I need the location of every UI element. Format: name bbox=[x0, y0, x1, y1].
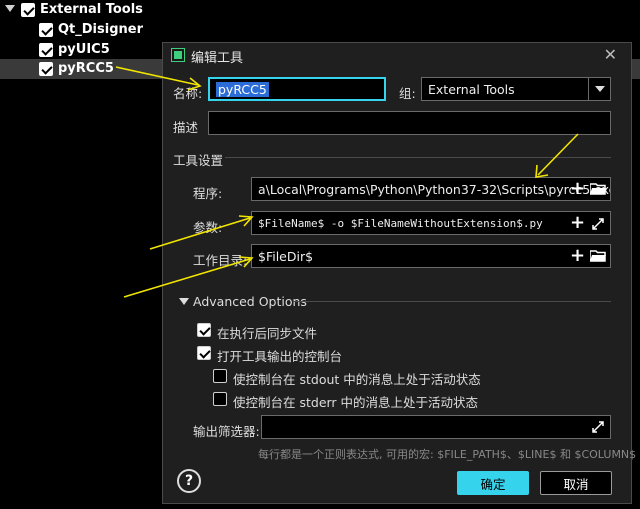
program-label: 程序: bbox=[193, 186, 223, 201]
name-input[interactable]: pyRCC5 bbox=[208, 77, 386, 101]
edit-tool-dialog: 编辑工具 ✕ 名称: pyRCC5 组: External Tools 描述 工… bbox=[162, 42, 636, 504]
working-dir-value: $FileDir$ bbox=[258, 248, 314, 264]
section-divider bbox=[293, 301, 611, 302]
expand-triangle-icon[interactable] bbox=[5, 5, 15, 12]
description-label: 描述 bbox=[173, 120, 199, 135]
program-value: a\Local\Programs\Python\Python37-32\Scri… bbox=[258, 181, 611, 197]
pycharm-app-icon bbox=[171, 48, 185, 62]
folder-icon[interactable] bbox=[590, 183, 606, 195]
expand-icon[interactable] bbox=[592, 218, 604, 230]
folder-icon[interactable] bbox=[590, 250, 606, 262]
add-macro-icon[interactable]: + bbox=[570, 180, 585, 198]
advanced-options-toggle[interactable]: Advanced Options bbox=[193, 294, 307, 309]
tree-checkbox-pyrcc5[interactable] bbox=[39, 62, 53, 76]
stdout-active-checkbox[interactable] bbox=[213, 369, 227, 383]
group-combo[interactable]: External Tools bbox=[421, 77, 611, 101]
tree-checkbox-pyuic5[interactable] bbox=[39, 43, 53, 57]
arguments-value: $FileName$ -o $FileNameWithoutExtension$… bbox=[258, 216, 543, 230]
ok-button[interactable]: 确定 bbox=[457, 471, 529, 495]
group-value: External Tools bbox=[428, 81, 515, 97]
description-input[interactable] bbox=[208, 111, 611, 135]
cancel-button[interactable]: 取消 bbox=[540, 471, 612, 495]
expand-icon[interactable] bbox=[592, 421, 604, 433]
open-console-checkbox[interactable] bbox=[197, 346, 211, 360]
tree-row-qt-designer[interactable]: Qt_Disigner bbox=[0, 20, 640, 40]
tree-checkbox-qt-designer[interactable] bbox=[39, 23, 53, 37]
add-macro-icon[interactable]: + bbox=[570, 214, 585, 232]
add-macro-icon[interactable]: + bbox=[570, 247, 585, 265]
chevron-down-icon[interactable] bbox=[588, 78, 610, 100]
tree-label: Qt_Disigner bbox=[58, 22, 143, 37]
working-dir-label: 工作目录: bbox=[193, 253, 248, 268]
arguments-input[interactable]: $FileName$ -o $FileNameWithoutExtension$… bbox=[251, 211, 611, 235]
stdout-active-label: 使控制台在 stdout 中的消息上处于活动状态 bbox=[233, 372, 481, 387]
arguments-label: 参数: bbox=[193, 220, 223, 235]
name-label: 名称: bbox=[173, 86, 203, 101]
group-label: 组: bbox=[399, 86, 416, 101]
section-divider bbox=[225, 157, 611, 158]
tree-checkbox-external-tools[interactable] bbox=[21, 3, 35, 17]
open-console-label: 打开工具输出的控制台 bbox=[217, 349, 343, 364]
help-icon[interactable]: ? bbox=[177, 469, 201, 493]
tree-label: pyRCC5 bbox=[58, 61, 114, 76]
output-filter-input[interactable] bbox=[261, 415, 611, 439]
close-icon[interactable]: ✕ bbox=[604, 45, 617, 64]
tree-row-external-tools[interactable]: External Tools bbox=[0, 0, 640, 20]
tree-label: External Tools bbox=[40, 2, 143, 17]
stderr-active-label: 使控制台在 stderr 中的消息上处于活动状态 bbox=[233, 395, 479, 410]
tool-settings-heading: 工具设置 bbox=[173, 153, 224, 168]
program-input[interactable]: a\Local\Programs\Python\Python37-32\Scri… bbox=[251, 177, 611, 201]
dialog-titlebar[interactable]: 编辑工具 ✕ bbox=[163, 43, 631, 67]
dialog-title: 编辑工具 bbox=[191, 51, 244, 66]
output-filter-label: 输出筛选器: bbox=[193, 424, 260, 439]
tree-label: pyUIC5 bbox=[58, 42, 110, 57]
stderr-active-checkbox[interactable] bbox=[213, 392, 227, 406]
name-value: pyRCC5 bbox=[216, 81, 269, 97]
sync-files-label: 在执行后同步文件 bbox=[217, 326, 318, 341]
sync-files-checkbox[interactable] bbox=[197, 323, 211, 337]
working-dir-input[interactable]: $FileDir$ bbox=[251, 244, 611, 268]
collapse-triangle-icon[interactable] bbox=[179, 298, 189, 305]
output-filter-hint: 每行都是一个正则表达式, 可用的宏: $FILE_PATH$、$LINE$ 和 … bbox=[258, 448, 637, 461]
